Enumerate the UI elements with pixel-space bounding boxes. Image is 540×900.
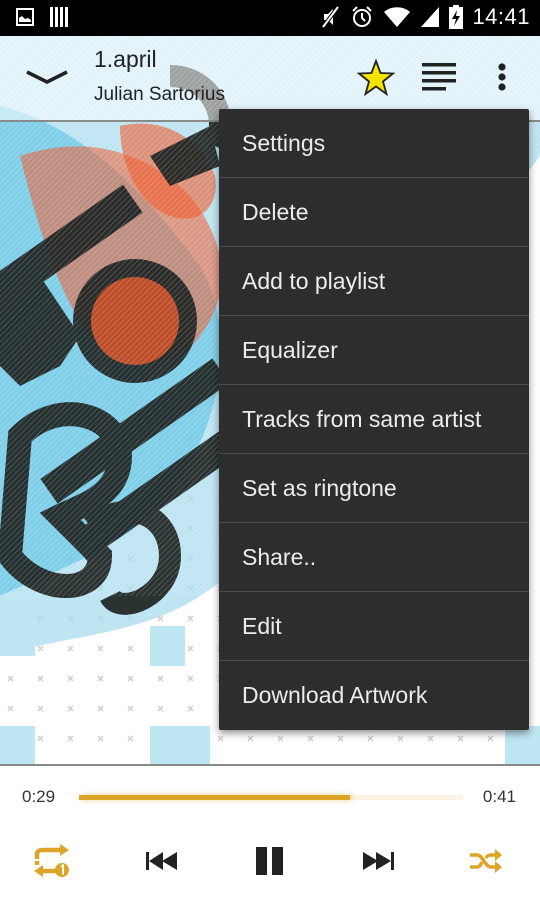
menu-item-share[interactable]: Share.. bbox=[219, 523, 529, 592]
barcode-notification-icon bbox=[50, 7, 68, 27]
pause-icon bbox=[256, 847, 283, 875]
menu-item-equalizer[interactable]: Equalizer bbox=[219, 316, 529, 385]
battery-charging-icon bbox=[449, 5, 464, 29]
alarm-icon bbox=[352, 6, 373, 27]
total-time: 0:41 bbox=[482, 787, 516, 806]
queue-button[interactable] bbox=[420, 60, 458, 94]
menu-item-tracks-from-same-artist[interactable]: Tracks from same artist bbox=[219, 385, 529, 454]
seek-bar-progress bbox=[79, 795, 351, 800]
chevron-down-icon bbox=[26, 70, 68, 84]
menu-item-settings[interactable]: Settings bbox=[219, 109, 529, 178]
cell-signal-icon bbox=[421, 7, 440, 27]
menu-item-set-as-ringtone[interactable]: Set as ringtone bbox=[219, 454, 529, 523]
menu-item-delete[interactable]: Delete bbox=[219, 178, 529, 247]
clock: 14:41 bbox=[472, 4, 530, 29]
overflow-menu: Settings Delete Add to playlist Equalize… bbox=[219, 109, 529, 730]
artwork-divider bbox=[0, 764, 540, 766]
collapse-button[interactable] bbox=[22, 58, 72, 98]
track-title: 1.april bbox=[94, 46, 157, 72]
next-button[interactable] bbox=[358, 836, 398, 886]
repeat-one-icon bbox=[34, 844, 69, 877]
now-playing-header bbox=[0, 36, 540, 120]
queue-list-icon bbox=[422, 63, 456, 91]
more-vert-icon bbox=[498, 63, 506, 91]
skip-next-icon bbox=[363, 852, 394, 870]
favorite-button[interactable] bbox=[356, 58, 396, 98]
more-options-button[interactable] bbox=[490, 60, 514, 96]
star-icon bbox=[356, 58, 396, 97]
menu-item-download-artwork[interactable]: Download Artwork bbox=[219, 661, 529, 730]
shuffle-icon bbox=[470, 849, 502, 873]
menu-item-add-to-playlist[interactable]: Add to playlist bbox=[219, 247, 529, 316]
seek-bar[interactable] bbox=[79, 795, 463, 800]
wifi-icon bbox=[384, 7, 411, 27]
repeat-button[interactable] bbox=[30, 836, 76, 886]
menu-item-edit[interactable]: Edit bbox=[219, 592, 529, 661]
track-artist: Julian Sartorius bbox=[94, 84, 225, 105]
shuffle-button[interactable] bbox=[466, 836, 506, 886]
current-time: 0:29 bbox=[22, 787, 56, 806]
image-notification-icon bbox=[16, 8, 34, 26]
skip-previous-icon bbox=[146, 852, 177, 870]
mute-icon bbox=[321, 5, 341, 29]
status-bar: 14:41 bbox=[0, 0, 540, 36]
playback-controls bbox=[0, 836, 540, 886]
previous-button[interactable] bbox=[142, 836, 182, 886]
pause-button[interactable] bbox=[250, 836, 290, 886]
